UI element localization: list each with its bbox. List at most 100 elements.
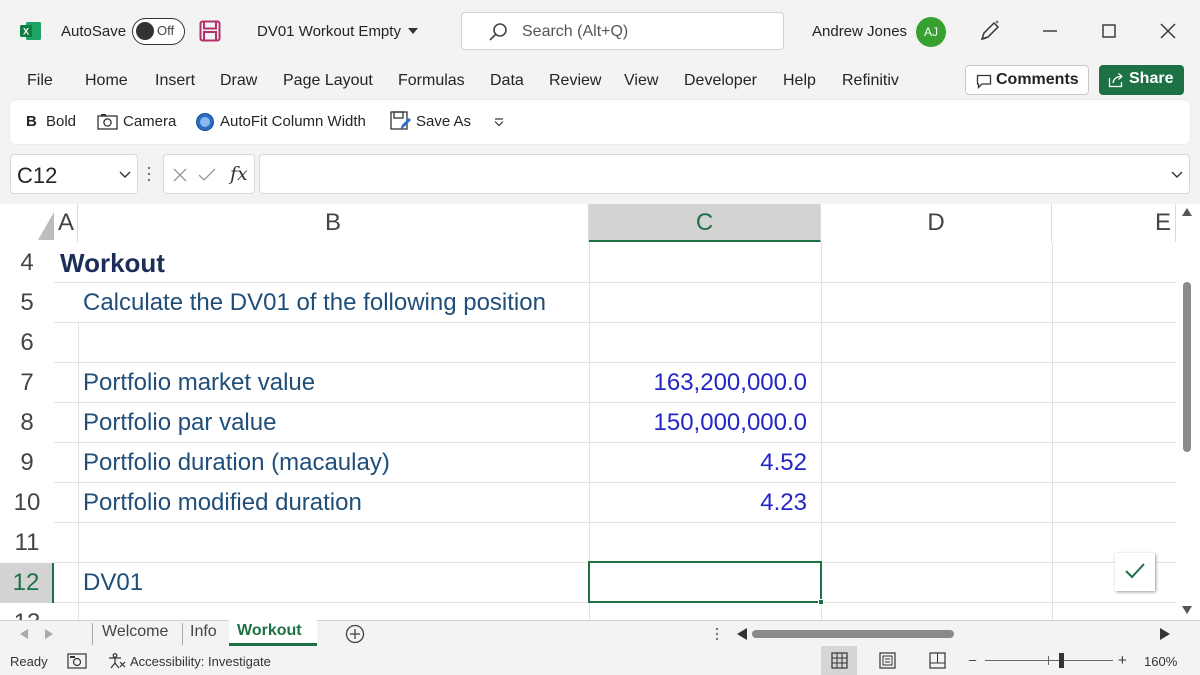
bold-button[interactable]: Bold	[46, 113, 76, 130]
menu-insert[interactable]: Insert	[155, 72, 195, 90]
row-header-8[interactable]: 8	[0, 403, 54, 443]
title-dropdown-icon[interactable]	[408, 28, 418, 34]
page-break-preview-icon[interactable]	[929, 652, 946, 669]
row-header-10[interactable]: 10	[0, 483, 54, 523]
autosave-toggle[interactable]: Off	[132, 18, 185, 45]
document-title[interactable]: DV01 Workout Empty	[257, 23, 401, 40]
minimize-icon[interactable]	[1037, 18, 1063, 44]
customize-dropdown-icon[interactable]	[494, 118, 504, 126]
scroll-down-icon[interactable]	[1182, 606, 1192, 614]
normal-view-button[interactable]	[821, 646, 857, 675]
accessibility-status[interactable]: Accessibility: Investigate	[130, 654, 271, 669]
avatar[interactable]: AJ	[916, 17, 946, 47]
tab-workout-active[interactable]: Workout	[229, 620, 317, 646]
menu-data[interactable]: Data	[490, 72, 524, 90]
menu-view[interactable]: View	[624, 72, 658, 90]
cell-b10-label[interactable]: Portfolio modified duration	[83, 483, 362, 523]
cell-a4-title[interactable]: Workout	[60, 243, 165, 283]
cell-b7-label[interactable]: Portfolio market value	[83, 363, 315, 403]
menu-home[interactable]: Home	[85, 72, 128, 90]
cell-b9-label[interactable]: Portfolio duration (macaulay)	[83, 443, 390, 483]
select-all-corner[interactable]	[0, 204, 54, 242]
fill-handle[interactable]	[818, 599, 824, 605]
cell-b8-label[interactable]: Portfolio par value	[83, 403, 276, 443]
row-header-5[interactable]: 5	[0, 283, 54, 323]
row-header-11[interactable]: 11	[0, 523, 54, 563]
add-sheet-icon[interactable]	[345, 624, 365, 644]
menu-developer[interactable]: Developer	[684, 72, 757, 90]
save-icon[interactable]	[199, 20, 221, 42]
cell-c9-value[interactable]: 4.52	[589, 443, 807, 483]
horizontal-scroll-thumb[interactable]	[752, 630, 954, 638]
comment-icon	[976, 74, 992, 89]
zoom-slider-track[interactable]	[985, 660, 1113, 661]
cell-b5-instruction[interactable]: Calculate the DV01 of the following posi…	[83, 283, 546, 323]
menu-formulas[interactable]: Formulas	[398, 72, 465, 90]
row-header-6[interactable]: 6	[0, 323, 54, 363]
gridline	[1052, 242, 1053, 620]
camera-button[interactable]: Camera	[123, 113, 176, 130]
save-as-button[interactable]: Save As	[416, 113, 471, 130]
vertical-scrollbar[interactable]	[1176, 204, 1200, 620]
menu-review[interactable]: Review	[549, 72, 601, 90]
cancel-icon[interactable]	[172, 167, 188, 183]
floating-check-button[interactable]	[1115, 553, 1155, 591]
user-name: Andrew Jones	[812, 23, 908, 40]
comments-button[interactable]: Comments	[965, 65, 1089, 95]
hscroll-left-icon[interactable]	[737, 628, 747, 640]
tab-scroll-right-icon[interactable]	[45, 629, 53, 639]
scroll-up-icon[interactable]	[1182, 208, 1192, 216]
row-header-12[interactable]: 12	[0, 563, 54, 603]
expand-formula-bar-icon[interactable]	[1171, 169, 1183, 181]
zoom-level[interactable]: 160%	[1144, 654, 1177, 669]
maximize-icon[interactable]	[1096, 18, 1122, 44]
column-header-d[interactable]: D	[821, 204, 1052, 242]
cell-c8-value[interactable]: 150,000,000.0	[589, 403, 807, 443]
row-header-9[interactable]: 9	[0, 443, 54, 483]
menu-refinitiv[interactable]: Refinitiv	[842, 72, 899, 90]
status-ready: Ready	[10, 654, 48, 669]
formula-bar-splitter-icon[interactable]	[146, 166, 152, 182]
menu-page-layout[interactable]: Page Layout	[283, 72, 373, 90]
tab-splitter-icon[interactable]	[714, 627, 720, 641]
worksheet-grid[interactable]: A B C D E 4 5 6 7 8 9 10 11 12 13 Workou…	[0, 204, 1200, 620]
share-button[interactable]: Share	[1099, 65, 1184, 95]
tab-workout[interactable]: Workout	[237, 622, 302, 640]
vertical-scroll-thumb[interactable]	[1183, 282, 1191, 452]
menu-help[interactable]: Help	[783, 72, 816, 90]
tab-scroll-left-icon[interactable]	[20, 629, 28, 639]
zoom-slider-thumb[interactable]	[1059, 653, 1064, 668]
cell-c7-value[interactable]: 163,200,000.0	[589, 363, 807, 403]
enter-check-icon[interactable]	[198, 167, 216, 183]
share-icon	[1108, 73, 1123, 88]
pen-sparkle-icon[interactable]	[978, 19, 1002, 43]
tab-welcome[interactable]: Welcome	[102, 623, 168, 641]
cell-c10-value[interactable]: 4.23	[589, 483, 807, 523]
column-header-c[interactable]: C	[589, 204, 821, 242]
name-box[interactable]: C12	[10, 154, 138, 194]
page-layout-view-icon[interactable]	[879, 652, 896, 669]
macro-record-icon[interactable]	[67, 653, 87, 669]
row-header-13[interactable]: 13	[0, 603, 54, 620]
sheet-tabs-bar: Welcome Info Workout	[0, 620, 1200, 646]
cell-b12-label[interactable]: DV01	[83, 563, 143, 603]
hscroll-right-icon[interactable]	[1160, 628, 1170, 640]
row-header-4[interactable]: 4	[0, 243, 54, 283]
menu-draw[interactable]: Draw	[220, 72, 257, 90]
column-header-a[interactable]: A	[54, 204, 78, 242]
close-icon[interactable]	[1155, 18, 1181, 44]
autofit-column-width-button[interactable]: AutoFit Column Width	[220, 113, 366, 130]
search-box[interactable]: Search (Alt+Q)	[461, 12, 784, 50]
column-header-b[interactable]: B	[78, 204, 589, 242]
insert-function-button[interactable]: fx	[230, 163, 248, 185]
active-cell-c12[interactable]	[588, 561, 822, 603]
tab-info[interactable]: Info	[190, 623, 217, 641]
menu-file[interactable]: File	[27, 72, 53, 90]
zoom-out-icon[interactable]: –	[969, 652, 976, 667]
zoom-in-icon[interactable]: +	[1118, 652, 1127, 669]
row-header-7[interactable]: 7	[0, 363, 54, 403]
camera-icon	[97, 114, 118, 130]
formula-input[interactable]	[259, 154, 1190, 194]
column-header-e[interactable]: E	[1052, 204, 1176, 242]
chevron-down-icon[interactable]	[119, 169, 131, 181]
